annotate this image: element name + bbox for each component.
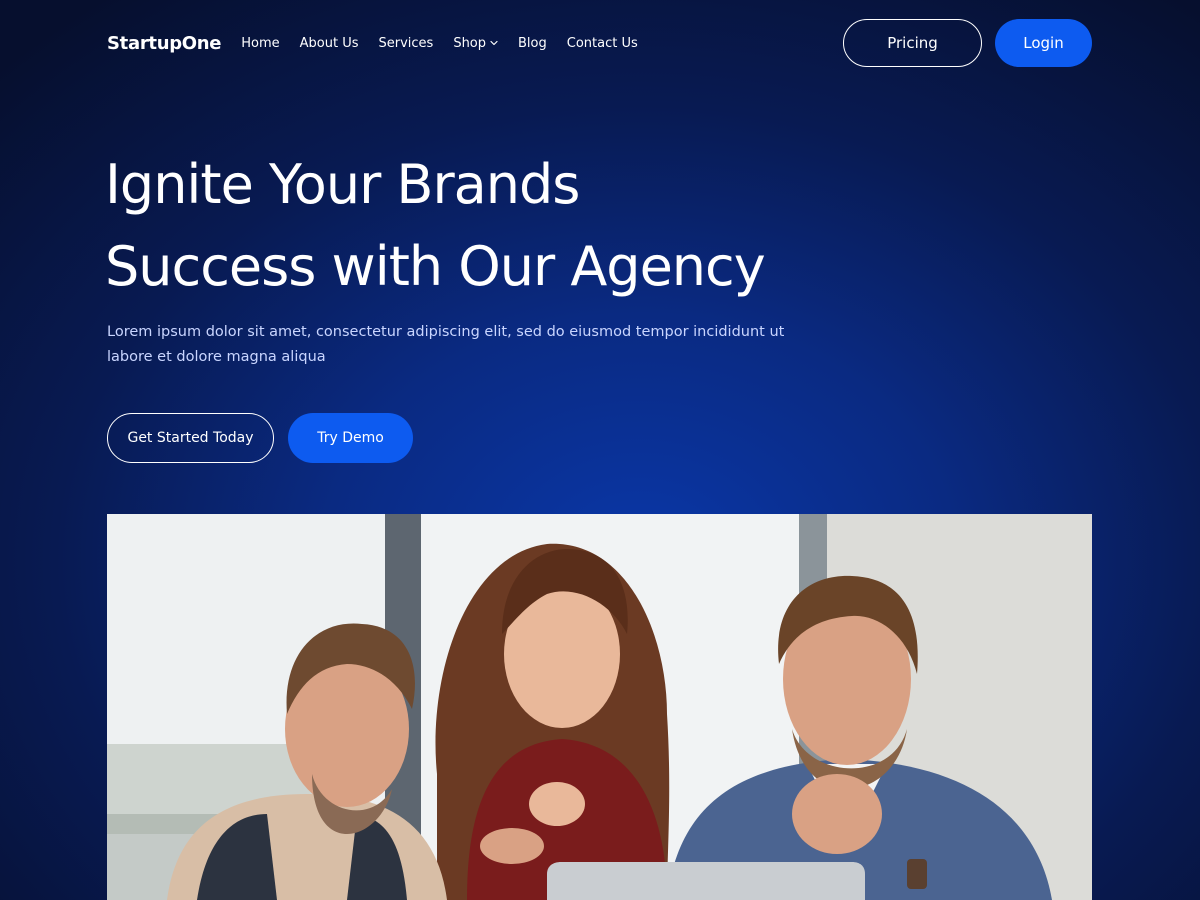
login-button[interactable]: Login (995, 19, 1092, 67)
nav-left-group: StartupOne Home About Us Services Shop B… (107, 33, 658, 54)
pricing-button[interactable]: Pricing (843, 19, 982, 67)
nav-link-about-us[interactable]: About Us (300, 36, 359, 51)
get-started-button[interactable]: Get Started Today (107, 413, 274, 463)
hero-title-line-1: Ignite Your Brands (105, 153, 580, 216)
nav-link-shop[interactable]: Shop (453, 36, 498, 51)
nav-link-label: Home (241, 35, 280, 51)
top-navigation: StartupOne Home About Us Services Shop B… (107, 19, 1092, 67)
nav-link-label: Shop (453, 35, 487, 51)
nav-link-home[interactable]: Home (241, 36, 279, 51)
nav-link-label: About Us (299, 35, 359, 51)
hero-subtitle: Lorem ipsum dolor sit amet, consectetur … (107, 324, 785, 365)
nav-link-contact-us[interactable]: Contact Us (567, 36, 638, 51)
chevron-down-icon (490, 40, 498, 46)
brand-logo[interactable]: StartupOne (107, 33, 222, 54)
nav-link-label: Blog (518, 35, 547, 51)
hero-title: Ignite Your Brands Success with Our Agen… (105, 144, 865, 308)
nav-link-label: Contact Us (566, 35, 638, 51)
nav-link-label: Services (378, 35, 434, 51)
hero-title-line-2: Success with Our Agency (105, 235, 766, 298)
nav-link-blog[interactable]: Blog (518, 36, 547, 51)
try-demo-button[interactable]: Try Demo (288, 413, 413, 463)
nav-link-services[interactable]: Services (378, 36, 433, 51)
hero-team-photo (107, 514, 1092, 900)
hero-cta-group: Get Started Today Try Demo (107, 413, 413, 463)
nav-links: Home About Us Services Shop Blog Contact… (241, 36, 658, 51)
nav-right-group: Pricing Login (843, 19, 1092, 67)
